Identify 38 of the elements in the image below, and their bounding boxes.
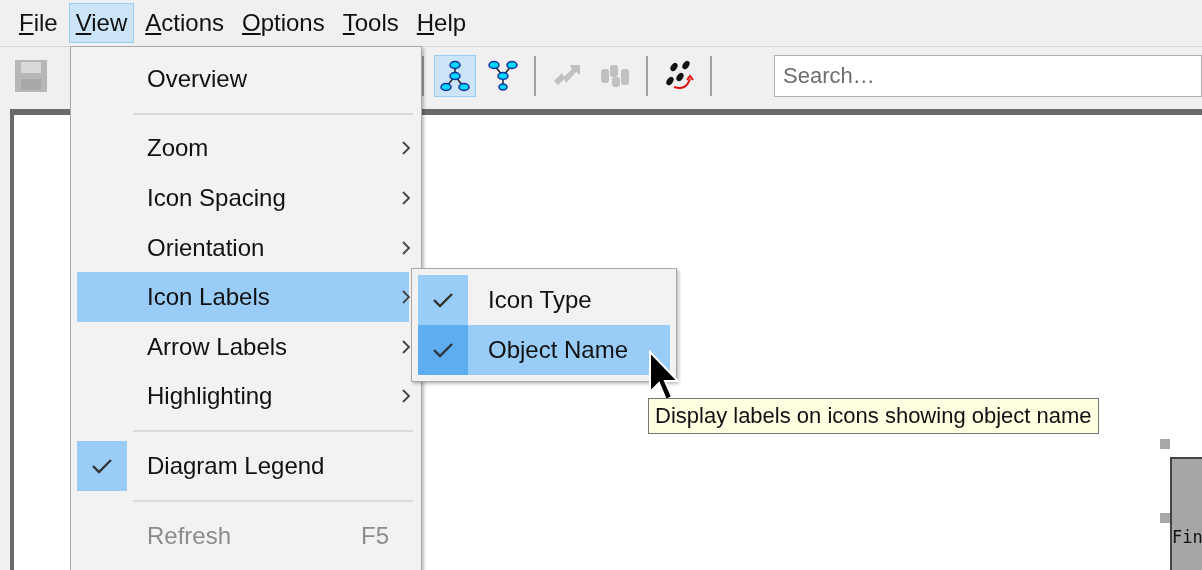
- diagram-node[interactable]: Fin: [1170, 457, 1202, 570]
- menu-bar-item[interactable]: Help: [409, 3, 474, 43]
- chevron-right-icon: [401, 140, 411, 157]
- chevron-right-icon: [401, 239, 411, 256]
- chevron-right-icon: [401, 190, 411, 206]
- menu-bar-item[interactable]: View: [68, 3, 135, 43]
- tooltip: Display labels on icons showing object name: [648, 398, 1099, 434]
- shortcut-text: F5: [361, 521, 389, 550]
- chevron-right-icon: [401, 388, 411, 405]
- menu-item[interactable]: Object Name: [418, 325, 670, 375]
- selection-handle[interactable]: [1160, 513, 1170, 523]
- toolbar-separator: [534, 56, 536, 96]
- menu-bar-item[interactable]: File: [12, 3, 65, 43]
- menu-item[interactable]: Highlighting: [77, 371, 409, 422]
- checkmark-icon: [91, 457, 113, 474]
- menu-item[interactable]: Zoom: [77, 123, 409, 174]
- menu-item[interactable]: Diagram Legend: [77, 441, 409, 491]
- menu-item[interactable]: Icon Labels: [77, 272, 409, 322]
- menu-item[interactable]: Overview: [77, 54, 409, 104]
- checkmark-icon: [432, 342, 454, 358]
- menu-bar-item[interactable]: Tools: [335, 3, 406, 43]
- tree-diagram-icon: [438, 58, 472, 94]
- toolbar-separator: [710, 56, 712, 96]
- selection-handle[interactable]: [1160, 439, 1170, 449]
- inverted-tree-icon: [486, 58, 520, 94]
- menu-item[interactable]: Orientation: [77, 222, 409, 273]
- menu-bar-item[interactable]: Options: [235, 3, 332, 43]
- menu-item[interactable]: Arrow Labels: [77, 321, 409, 372]
- menu-bar-item[interactable]: Actions: [138, 3, 231, 43]
- menu-item[interactable]: Icon Spacing: [77, 173, 409, 223]
- menu-item[interactable]: Icon Type: [418, 275, 670, 325]
- toolbar-button[interactable]: [434, 55, 476, 97]
- node-label: Fin: [1172, 527, 1202, 547]
- chevron-right-icon: [401, 289, 411, 306]
- chevron-right-icon: [401, 338, 411, 355]
- checkmark-icon: [432, 292, 454, 308]
- search-field[interactable]: Search…: [774, 55, 1202, 97]
- toolbar-separator: [646, 56, 648, 96]
